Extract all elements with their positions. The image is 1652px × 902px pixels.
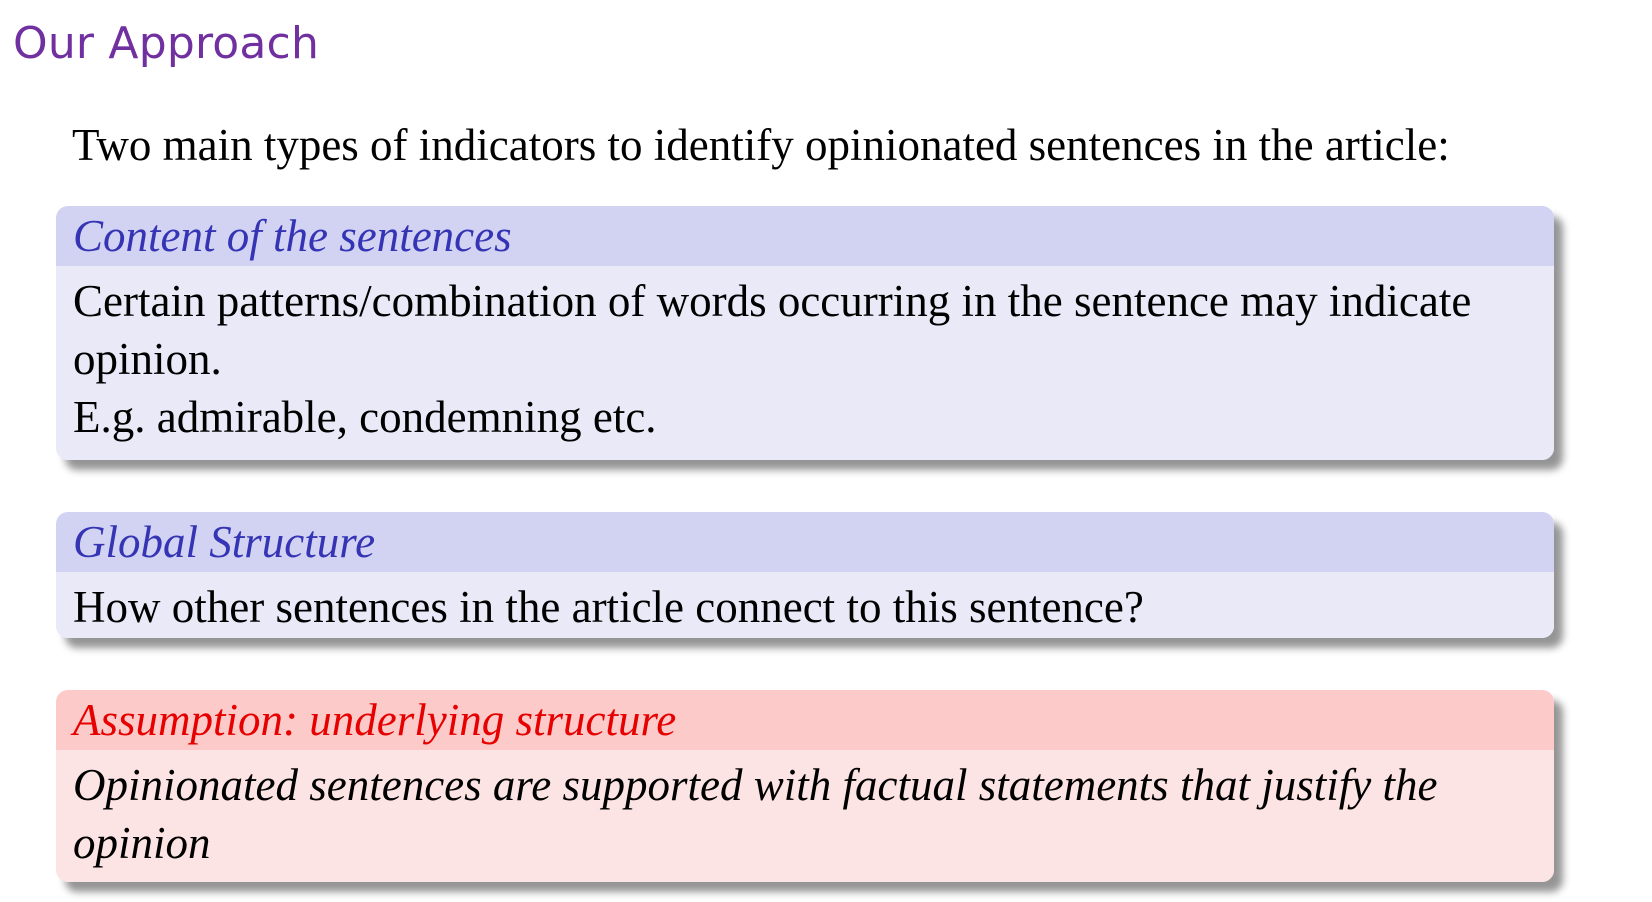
block-title: Assumption: underlying structure <box>56 690 1554 750</box>
block-body: How other sentences in the article conne… <box>56 572 1554 638</box>
content-of-sentences-block: Content of the sentences Certain pattern… <box>56 206 1554 460</box>
assumption-alert-block: Assumption: underlying structure Opinion… <box>56 690 1554 882</box>
block-body-line: Certain patterns/combination of words oc… <box>73 276 1472 326</box>
block-body-line: E.g. admirable, condemning etc. <box>73 392 657 442</box>
block-body: Opinionated sentences are supported with… <box>56 750 1554 882</box>
block-body-line: How other sentences in the article conne… <box>73 582 1144 632</box>
global-structure-block: Global Structure How other sentences in … <box>56 512 1554 638</box>
block-body-line: opinion <box>73 818 211 868</box>
block-title: Global Structure <box>56 512 1554 572</box>
block-title: Content of the sentences <box>56 206 1554 266</box>
block-body-line: Opinionated sentences are supported with… <box>73 760 1438 810</box>
block-body: Certain patterns/combination of words oc… <box>56 266 1554 460</box>
intro-text: Two main types of indicators to identify… <box>72 120 1450 170</box>
slide-title: Our Approach <box>13 18 320 69</box>
block-body-line: opinion. <box>73 334 222 384</box>
